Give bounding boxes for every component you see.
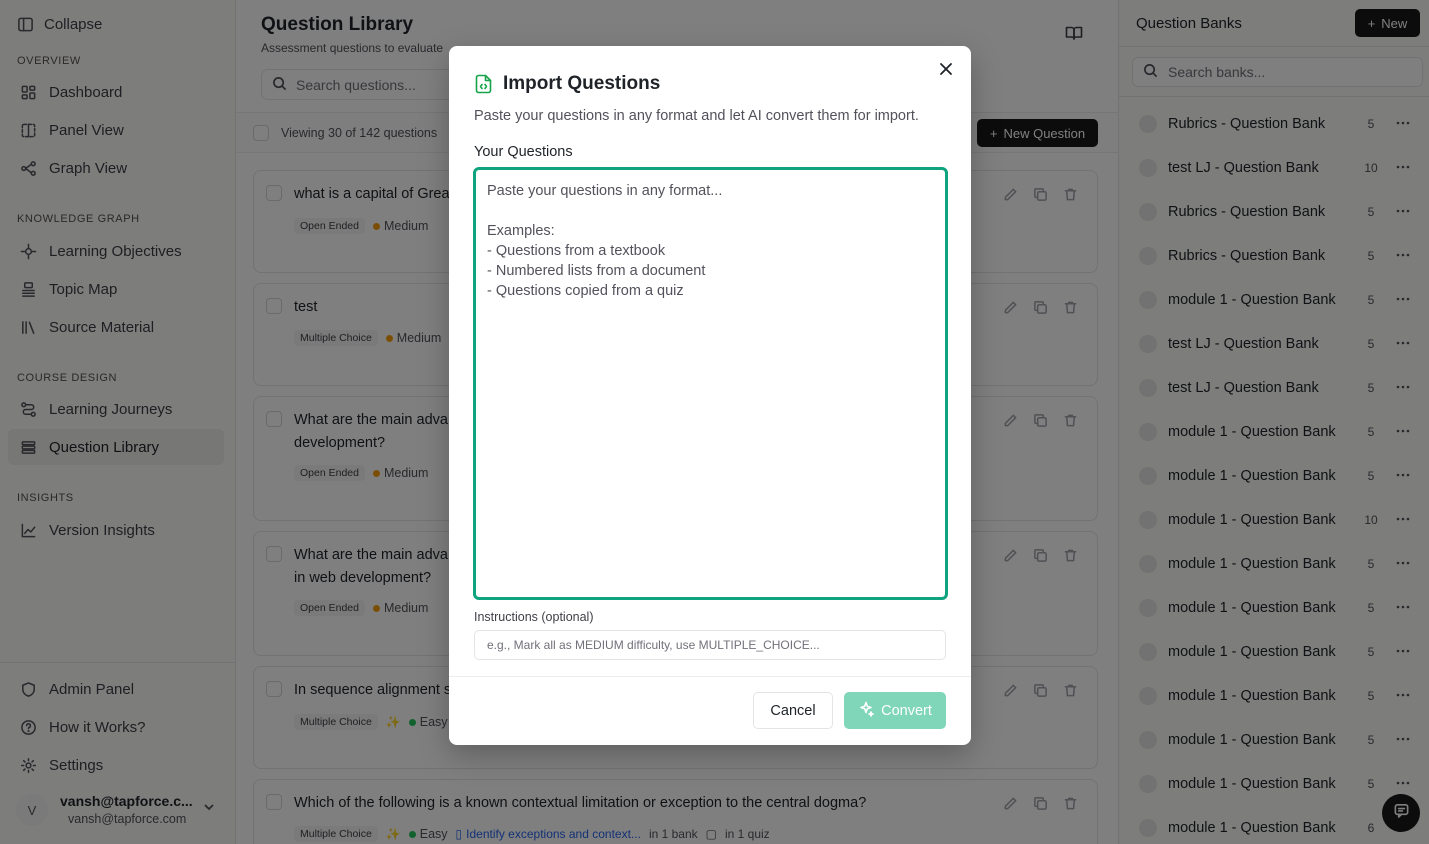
file-code-icon xyxy=(474,74,494,94)
dialog-footer-divider xyxy=(449,676,971,677)
instructions-label: Instructions (optional) xyxy=(474,610,594,624)
convert-label: Convert xyxy=(881,702,932,719)
questions-textarea[interactable]: Paste your questions in any format... Ex… xyxy=(473,167,948,600)
convert-button[interactable]: Convert xyxy=(844,692,946,729)
close-icon[interactable] xyxy=(939,62,953,76)
dialog-description: Paste your questions in any format and l… xyxy=(474,108,919,124)
questions-label: Your Questions xyxy=(474,144,573,160)
cancel-button[interactable]: Cancel xyxy=(753,692,833,729)
import-questions-dialog: Import Questions Paste your questions in… xyxy=(449,46,971,745)
dialog-title: Import Questions xyxy=(503,73,661,94)
instructions-input[interactable]: e.g., Mark all as MEDIUM difficulty, use… xyxy=(474,630,946,660)
sparkles-icon xyxy=(858,701,874,721)
dialog-header: Import Questions xyxy=(474,73,660,95)
